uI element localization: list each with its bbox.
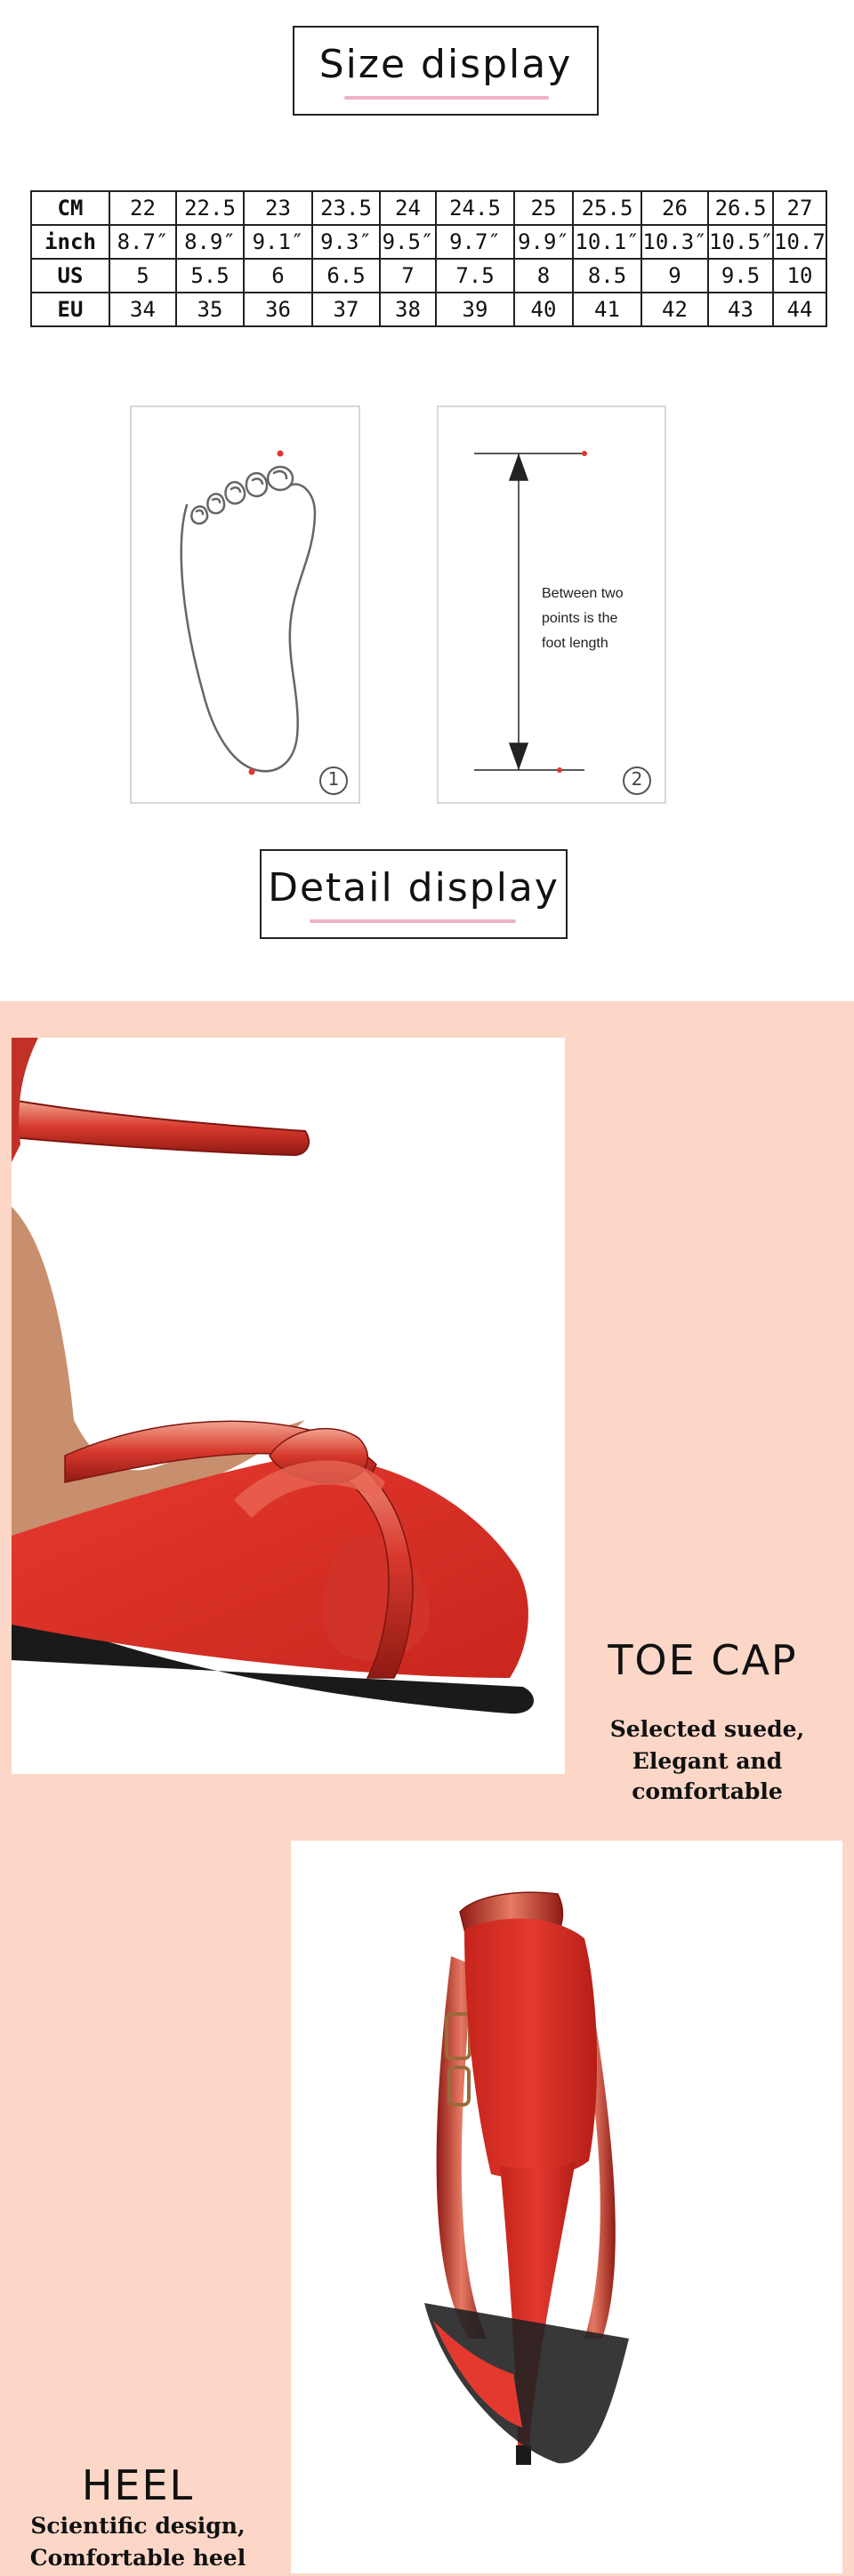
size-cell: 10.3″	[640, 224, 709, 260]
card-number-1-digit: 1	[327, 768, 340, 790]
foot-length-line1: Between two	[542, 586, 624, 601]
size-display-title: Size display	[318, 42, 573, 87]
foot-length-card: Between two points is the foot length ② …	[437, 405, 666, 804]
toe-cap-desc-line1: Selected suede,	[609, 1716, 805, 1742]
heel-desc-line2: Comfortable heel	[29, 2545, 246, 2571]
size-cell: 8.9″	[175, 224, 245, 260]
size-cell: 25	[513, 190, 574, 226]
size-cell: 26	[640, 190, 709, 226]
detail-display-underline	[310, 919, 516, 923]
size-cell: 22.5	[175, 190, 245, 226]
size-cell: 8.5	[572, 258, 642, 293]
foot-outline-card: ① 1	[130, 405, 360, 804]
size-row-cm: CM 22 22.5 23 23.5 24 24.5 25 25.5 26 26.5 27	[30, 190, 827, 226]
toe-cap-photo	[12, 1038, 565, 1774]
size-row-label: US	[30, 258, 110, 293]
size-cell: 36	[243, 292, 313, 327]
size-cell: 24.5	[435, 190, 515, 226]
foot-length-text: Between two points is the foot length	[542, 582, 657, 656]
size-cell: 5.5	[175, 258, 245, 293]
size-cell: 9.3″	[311, 224, 381, 260]
card-number-2-digit: 2	[631, 768, 643, 790]
heel-point-marker	[248, 768, 255, 775]
size-cell: 9.9″	[513, 224, 574, 260]
size-cell: 8.7″	[109, 224, 177, 260]
size-cell: 39	[435, 292, 515, 327]
size-cell: 9.5″	[379, 224, 437, 260]
size-cell: 9.1″	[243, 224, 313, 260]
size-cell: 41	[572, 292, 642, 327]
size-cell: 23	[243, 190, 313, 226]
size-cell: 10	[772, 258, 827, 293]
heel-desc-line1: Scientific design,	[30, 2513, 246, 2539]
size-cell: 23.5	[311, 190, 381, 226]
detail-display-title: Detail display	[268, 865, 560, 911]
size-cell: 9.5	[707, 258, 774, 293]
size-cell: 9.7″	[435, 224, 515, 260]
size-cell: 37	[311, 292, 381, 327]
toe-cap-shoe-image	[12, 1038, 534, 1714]
size-cell: 10.5″	[707, 224, 774, 260]
size-cell: 35	[175, 292, 245, 327]
size-cell: 22	[109, 190, 177, 226]
foot-length-line2: points is the	[542, 611, 618, 626]
toe-point-marker	[277, 450, 284, 457]
size-chart-table: CM 22 22.5 23 23.5 24 24.5 25 25.5 26 26.5 27 inch 8.…	[30, 190, 827, 327]
size-cell: 38	[379, 292, 437, 327]
size-cell: 27	[772, 190, 827, 226]
size-row-us: US 5 5.5 6 6.5 7 7.5 8 8.5 9 9.5 10	[30, 258, 827, 293]
size-cell: 10.1″	[572, 224, 642, 260]
size-cell: 26.5	[707, 190, 774, 226]
size-row-label: EU	[30, 292, 110, 327]
foot-length-line3: foot length	[542, 636, 608, 651]
size-cell: 44	[772, 292, 827, 327]
size-cell: 5	[109, 258, 177, 293]
size-cell: 42	[640, 292, 709, 327]
size-cell: 7	[379, 258, 437, 293]
size-cell: 10.7″	[772, 224, 827, 260]
heel-shoe-image	[424, 1891, 629, 2465]
size-display-underline	[344, 96, 549, 100]
size-row-eu: EU 34 35 36 37 38 39 40 41 42 43 44	[30, 292, 827, 327]
toe-cap-desc-line2: Elegant and comfortable	[632, 1748, 783, 1804]
foot-outline-icon	[180, 450, 348, 795]
toe-cap-title: TOE CAP	[608, 1636, 798, 1684]
size-row-inch: inch 8.7″ 8.9″ 9.1″ 9.3″ 9.5″ 9.7″ 9.9″ 10.1″ 10.…	[30, 224, 827, 260]
size-cell: 25.5	[572, 190, 642, 226]
heel-title: HEEL	[81, 2461, 195, 2509]
size-display-title-box: Size display	[293, 26, 599, 116]
size-row-label: inch	[30, 224, 110, 260]
size-cell: 8	[513, 258, 574, 293]
size-cell: 6	[243, 258, 313, 293]
size-cell: 7.5	[435, 258, 515, 293]
heel-photo	[291, 1841, 842, 2573]
size-cell: 40	[513, 292, 574, 327]
size-cell: 24	[379, 190, 437, 226]
size-cell: 34	[109, 292, 177, 327]
detail-display-title-box: Detail display	[260, 849, 568, 939]
size-row-label: CM	[30, 190, 110, 226]
size-cell: 9	[640, 258, 709, 293]
size-cell: 6.5	[311, 258, 381, 293]
size-cell: 43	[707, 292, 774, 327]
